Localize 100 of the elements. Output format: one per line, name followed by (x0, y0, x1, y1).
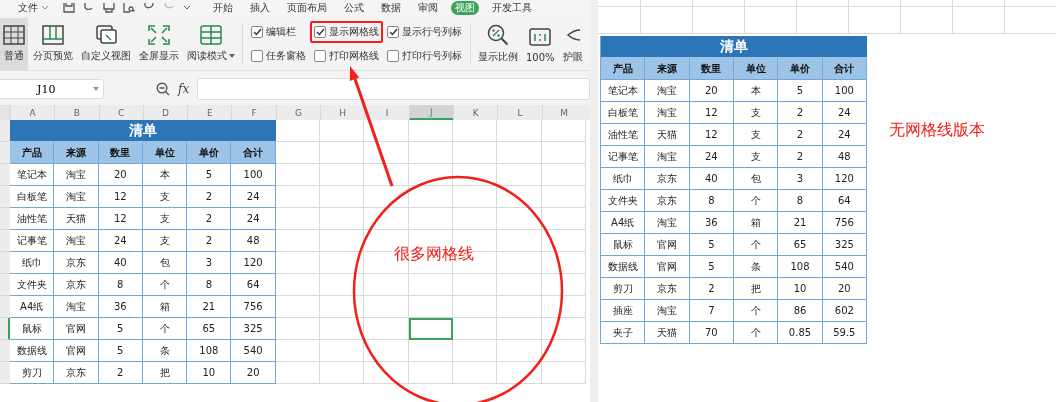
grid-cell[interactable] (320, 164, 365, 186)
grid-cell[interactable] (408, 164, 453, 186)
grid-cell[interactable] (275, 164, 321, 186)
print-icon[interactable] (103, 3, 115, 13)
grid-cell[interactable] (497, 120, 542, 142)
grid-cell[interactable] (408, 340, 453, 362)
grid-cell[interactable] (320, 318, 365, 340)
grid-cell[interactable] (497, 208, 542, 230)
grid-cell[interactable] (497, 274, 542, 296)
view-button[interactable]: 自定义视图 (78, 18, 134, 70)
checkbox-label[interactable]: 打印网格线 (329, 49, 379, 63)
grid-cell[interactable] (320, 208, 365, 230)
checkbox[interactable] (387, 50, 399, 62)
checkbox[interactable] (314, 26, 326, 38)
grid-cell[interactable] (541, 274, 586, 296)
grid-cell[interactable] (320, 340, 365, 362)
grid-cell[interactable] (408, 296, 453, 318)
grid-cell[interactable] (320, 362, 365, 384)
grid-cell[interactable] (364, 120, 409, 142)
grid-cell[interactable] (320, 296, 365, 318)
grid-cell[interactable] (364, 362, 409, 384)
grid-cell[interactable] (275, 186, 321, 208)
grid-cell[interactable] (541, 120, 586, 142)
grid-cell[interactable] (364, 142, 409, 164)
grid-cell[interactable] (408, 208, 453, 230)
grid-cell[interactable] (364, 296, 409, 318)
ribbon-tab[interactable]: 开始 (209, 1, 237, 15)
checkbox-label[interactable]: 显示网格线 (329, 25, 379, 39)
zoom-out-icon[interactable] (156, 82, 170, 96)
grid-cell[interactable] (497, 142, 542, 164)
ribbon-tab[interactable]: 开发工具 (488, 1, 536, 15)
grid-cell[interactable] (541, 340, 586, 362)
grid-cell[interactable] (541, 164, 586, 186)
grid-cell[interactable] (452, 296, 498, 318)
grid-cell[interactable] (497, 318, 542, 340)
ribbon-tab[interactable]: 公式 (340, 1, 368, 15)
row-header[interactable] (0, 318, 10, 340)
grid-cell[interactable] (408, 186, 453, 208)
grid-cell[interactable] (452, 340, 498, 362)
name-box[interactable]: J10 (0, 79, 104, 99)
grid-cell[interactable] (275, 296, 321, 318)
grid-cell[interactable] (364, 318, 409, 340)
grid-cell[interactable] (364, 164, 409, 186)
grid-cell[interactable] (408, 362, 453, 384)
zoom-button[interactable]: 护眼 (559, 18, 586, 70)
grid-cell[interactable] (364, 186, 409, 208)
grid-cell[interactable] (275, 142, 321, 164)
grid-cell[interactable] (452, 186, 498, 208)
zoom-button[interactable]: 100% (523, 18, 558, 70)
grid-cell[interactable] (275, 230, 321, 252)
grid-cell[interactable] (541, 208, 586, 230)
grid-cell[interactable] (408, 120, 453, 142)
grid-cell[interactable] (452, 164, 498, 186)
grid-cell[interactable] (541, 230, 586, 252)
view-button[interactable]: 全屏显示 (136, 18, 182, 70)
checkbox[interactable] (387, 26, 399, 38)
grid-cell[interactable] (452, 362, 498, 384)
grid-cell[interactable] (541, 318, 586, 340)
grid-cell[interactable] (452, 120, 498, 142)
grid-cell[interactable] (408, 274, 453, 296)
grid-cell[interactable] (541, 142, 586, 164)
caret-icon[interactable] (183, 5, 191, 11)
grid-cell[interactable] (497, 252, 542, 274)
grid-cell[interactable] (541, 186, 586, 208)
undo-icon[interactable] (83, 3, 95, 13)
grid-cell[interactable] (364, 340, 409, 362)
ribbon-tab[interactable]: 数据 (377, 1, 405, 15)
grid-cell[interactable] (320, 120, 365, 142)
selected-cell[interactable] (408, 318, 453, 340)
grid-cell[interactable] (497, 164, 542, 186)
checkbox[interactable] (251, 26, 263, 38)
grid-cell[interactable] (364, 274, 409, 296)
ribbon-tab[interactable]: 页面布局 (283, 1, 331, 15)
file-menu[interactable]: 文件 (18, 1, 49, 15)
grid-cell[interactable] (275, 274, 321, 296)
grid-cell[interactable] (320, 142, 365, 164)
grid-cell[interactable] (408, 142, 453, 164)
grid-cell[interactable] (320, 274, 365, 296)
grid-cell[interactable] (541, 252, 586, 274)
ribbon-tab[interactable]: 插入 (246, 1, 274, 15)
grid-cell[interactable] (497, 186, 542, 208)
grid-cell[interactable] (497, 230, 542, 252)
view-button[interactable]: 阅读模式 (184, 18, 238, 70)
grid-cell[interactable] (541, 362, 586, 384)
grid-cell[interactable] (364, 208, 409, 230)
checkbox-label[interactable]: 显示行号列标 (402, 25, 462, 39)
grid-cell[interactable] (320, 186, 365, 208)
grid-cell[interactable] (275, 362, 321, 384)
grid-cell[interactable] (497, 296, 542, 318)
grid-cell[interactable] (541, 296, 586, 318)
function-button[interactable]: fx (178, 82, 190, 96)
grid-cell[interactable] (452, 274, 498, 296)
grid-cell[interactable] (275, 318, 321, 340)
view-button[interactable]: 普通 (0, 18, 28, 70)
save-icon[interactable] (63, 3, 75, 13)
grid-cell[interactable] (275, 208, 321, 230)
zoom-button[interactable]: 显示比例 (475, 18, 521, 70)
grid-cell[interactable] (497, 362, 542, 384)
checkbox-label[interactable]: 任务窗格 (266, 49, 306, 63)
grid-cell[interactable] (320, 230, 365, 252)
